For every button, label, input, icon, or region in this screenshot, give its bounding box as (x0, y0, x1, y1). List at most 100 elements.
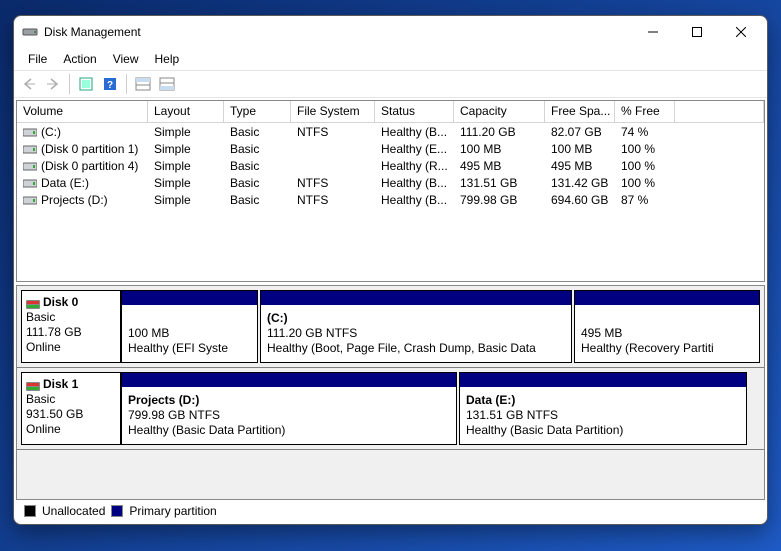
partition-header (122, 291, 257, 305)
disk-info[interactable]: Disk 1Basic931.50 GBOnline (21, 372, 121, 445)
view-top-button[interactable] (132, 73, 154, 95)
volume-list[interactable]: Volume Layout Type File System Status Ca… (16, 100, 765, 282)
col-layout[interactable]: Layout (148, 101, 224, 123)
col-volume[interactable]: Volume (17, 101, 148, 123)
vol-type: Basic (224, 159, 291, 173)
partition-status: Healthy (Basic Data Partition) (466, 423, 740, 438)
close-button[interactable] (719, 17, 763, 47)
maximize-button[interactable] (675, 17, 719, 47)
vol-fs: NTFS (291, 193, 375, 207)
vol-layout: Simple (148, 176, 224, 190)
drive-icon (23, 127, 37, 138)
swatch-primary (111, 505, 123, 517)
col-spacer (675, 101, 764, 123)
vol-status: Healthy (B... (375, 125, 454, 139)
legend: Unallocated Primary partition (16, 500, 765, 522)
partition-status: Healthy (Boot, Page File, Crash Dump, Ba… (267, 341, 565, 356)
drive-icon (23, 195, 37, 206)
swatch-unallocated (24, 505, 36, 517)
vol-fs: NTFS (291, 176, 375, 190)
menubar: File Action View Help (14, 48, 767, 70)
partition[interactable]: 495 MBHealthy (Recovery Partiti (574, 290, 760, 363)
column-headers: Volume Layout Type File System Status Ca… (17, 101, 764, 123)
vol-type: Basic (224, 193, 291, 207)
vol-free: 100 MB (545, 142, 615, 156)
partition-status: Healthy (Recovery Partiti (581, 341, 753, 356)
menu-view[interactable]: View (105, 50, 147, 68)
back-button[interactable] (18, 73, 40, 95)
disk-row: Disk 1Basic931.50 GBOnlineProjects (D:)7… (17, 368, 764, 450)
partition-sizefs: 799.98 GB NTFS (128, 408, 450, 423)
vol-pct: 87 % (615, 193, 675, 207)
vol-name: (Disk 0 partition 4) (41, 159, 138, 173)
partition-sizefs: 131.51 GB NTFS (466, 408, 740, 423)
col-capacity[interactable]: Capacity (454, 101, 545, 123)
svg-text:?: ? (107, 80, 113, 91)
vol-type: Basic (224, 125, 291, 139)
window-title: Disk Management (44, 25, 631, 39)
view-bottom-button[interactable] (156, 73, 178, 95)
partition-label: Data (E:) (466, 393, 740, 408)
help-button[interactable]: ? (99, 73, 121, 95)
table-row[interactable]: (Disk 0 partition 1)SimpleBasicHealthy (… (17, 140, 764, 157)
vol-type: Basic (224, 142, 291, 156)
titlebar[interactable]: Disk Management (14, 16, 767, 48)
partition-sizefs: 100 MB (128, 326, 251, 341)
disk-info[interactable]: Disk 0Basic111.78 GBOnline (21, 290, 121, 363)
partition[interactable]: (C:)111.20 GB NTFSHealthy (Boot, Page Fi… (260, 290, 572, 363)
vol-pct: 74 % (615, 125, 675, 139)
legend-primary-label: Primary partition (129, 504, 216, 518)
partition[interactable]: Projects (D:)799.98 GB NTFSHealthy (Basi… (121, 372, 457, 445)
partition[interactable]: 100 MBHealthy (EFI Syste (121, 290, 258, 363)
minimize-button[interactable] (631, 17, 675, 47)
vol-layout: Simple (148, 125, 224, 139)
col-pctfree[interactable]: % Free (615, 101, 675, 123)
col-type[interactable]: Type (224, 101, 291, 123)
disk-management-window: Disk Management File Action View Help ? … (13, 15, 768, 525)
disk-icon (26, 380, 40, 389)
menu-help[interactable]: Help (147, 50, 188, 68)
vol-capacity: 495 MB (454, 159, 545, 173)
refresh-button[interactable] (75, 73, 97, 95)
disk-icon (26, 298, 40, 307)
vol-pct: 100 % (615, 159, 675, 173)
col-status[interactable]: Status (375, 101, 454, 123)
partition-sizefs: 495 MB (581, 326, 753, 341)
vol-capacity: 111.20 GB (454, 125, 545, 139)
partition-header (261, 291, 571, 305)
col-free[interactable]: Free Spa... (545, 101, 615, 123)
partition-label: Projects (D:) (128, 393, 450, 408)
vol-status: Healthy (B... (375, 193, 454, 207)
table-row[interactable]: Projects (D:) SimpleBasicNTFSHealthy (B..… (17, 191, 764, 208)
drive-icon (23, 178, 37, 189)
disk-graphical-view[interactable]: Disk 0Basic111.78 GBOnline 100 MBHealthy… (16, 285, 765, 500)
partition-status: Healthy (Basic Data Partition) (128, 423, 450, 438)
partition[interactable]: Data (E:)131.51 GB NTFSHealthy (Basic Da… (459, 372, 747, 445)
vol-capacity: 799.98 GB (454, 193, 545, 207)
vol-status: Healthy (E... (375, 142, 454, 156)
table-row[interactable]: (Disk 0 partition 4)SimpleBasicHealthy (… (17, 157, 764, 174)
forward-button[interactable] (42, 73, 64, 95)
vol-pct: 100 % (615, 142, 675, 156)
table-row[interactable]: (C:)SimpleBasicNTFSHealthy (B...111.20 G… (17, 123, 764, 140)
table-row[interactable]: Data (E:)SimpleBasicNTFSHealthy (B...131… (17, 174, 764, 191)
partition-status: Healthy (EFI Syste (128, 341, 251, 356)
partition-header (575, 291, 759, 305)
col-filesystem[interactable]: File System (291, 101, 375, 123)
menu-action[interactable]: Action (55, 50, 104, 68)
menu-file[interactable]: File (20, 50, 55, 68)
partition-label: (C:) (267, 311, 565, 326)
vol-type: Basic (224, 176, 291, 190)
vol-free: 82.07 GB (545, 125, 615, 139)
vol-capacity: 131.51 GB (454, 176, 545, 190)
vol-layout: Simple (148, 159, 224, 173)
drive-icon (23, 161, 37, 172)
vol-pct: 100 % (615, 176, 675, 190)
vol-status: Healthy (B... (375, 176, 454, 190)
partition-header (122, 373, 456, 387)
vol-name: (Disk 0 partition 1) (41, 142, 138, 156)
vol-layout: Simple (148, 193, 224, 207)
vol-free: 495 MB (545, 159, 615, 173)
vol-name: Projects (D:) (41, 193, 108, 207)
vol-fs: NTFS (291, 125, 375, 139)
